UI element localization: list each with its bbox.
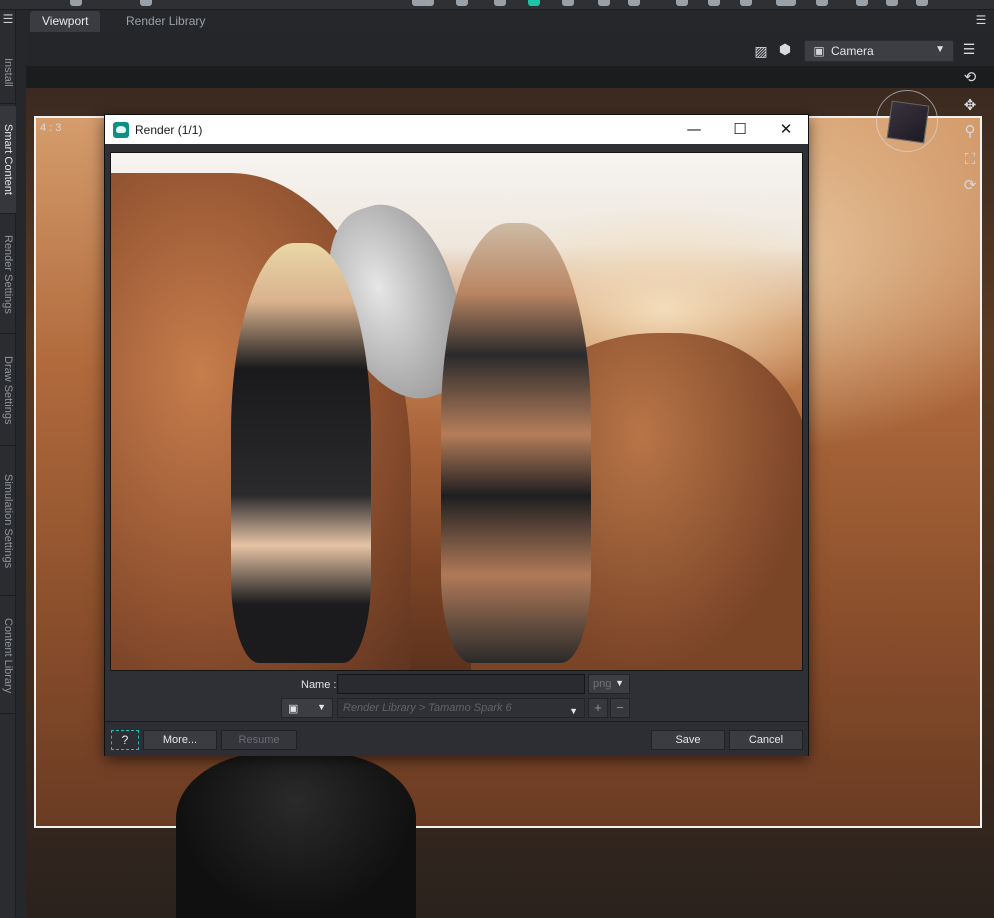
- draw-style-icon[interactable]: ▨: [752, 42, 770, 60]
- side-tab-install[interactable]: Install: [0, 42, 16, 104]
- cancel-button[interactable]: Cancel: [729, 730, 803, 750]
- render-window-footer: ? More... Resume Save Cancel: [105, 721, 808, 756]
- toolbar-icon-d[interactable]: [456, 0, 468, 6]
- path-row: ▣ ▼ Render Library > Tamamo Spark 6 ▼ + …: [105, 698, 808, 722]
- navigation-cube[interactable]: [876, 90, 938, 152]
- add-path-button[interactable]: +: [588, 698, 608, 718]
- side-tab-render-settings[interactable]: Render Settings: [0, 216, 16, 334]
- save-button[interactable]: Save: [651, 730, 725, 750]
- help-button[interactable]: ?: [111, 730, 139, 750]
- pan-icon[interactable]: ✥: [960, 96, 980, 116]
- zoom-icon[interactable]: ⚲: [960, 122, 980, 142]
- chevron-down-icon: ▼: [935, 44, 945, 55]
- toolbar-icon-c[interactable]: [412, 0, 434, 6]
- side-tab-draw-settings[interactable]: Draw Settings: [0, 336, 16, 446]
- extension-value: png: [593, 678, 612, 690]
- tabs-menu-icon[interactable]: ☰: [974, 13, 988, 27]
- panel-menu-icon[interactable]: ☰: [1, 12, 15, 26]
- name-field[interactable]: [337, 674, 585, 694]
- name-label: Name :: [301, 679, 337, 691]
- toolbar-icon-a[interactable]: [70, 0, 82, 6]
- path-value: Render Library > Tamamo Spark 6: [343, 702, 512, 714]
- render-window: Render (1/1) — ☐ ✕ Name : png ▼ ▣ ▼ Rend…: [104, 114, 809, 756]
- side-tab-label: Smart Content: [2, 124, 14, 195]
- tab-render-library[interactable]: Render Library: [114, 11, 217, 32]
- toolbar-icon-e[interactable]: [494, 0, 506, 6]
- side-tab-content-library[interactable]: Content Library: [0, 598, 16, 714]
- side-tab-label: Draw Settings: [2, 356, 14, 425]
- orbit-icon[interactable]: ⟲: [960, 68, 980, 88]
- frame-aspect-label: 4 : 3: [40, 122, 62, 134]
- reset-view-icon[interactable]: ⟳: [960, 176, 980, 196]
- render-figure-right: [441, 223, 591, 663]
- app-logo-icon: [113, 121, 129, 138]
- toolbar-icon-o[interactable]: [856, 0, 868, 6]
- more-button[interactable]: More...: [143, 730, 217, 750]
- toolbar-icon-n[interactable]: [816, 0, 828, 6]
- side-tab-label: Content Library: [2, 617, 14, 694]
- camera-select-label: Camera: [831, 44, 874, 58]
- aux-viewport-icon[interactable]: ⬢: [776, 40, 794, 58]
- side-tab-label: Install: [2, 58, 14, 87]
- close-button[interactable]: ✕: [763, 115, 809, 144]
- path-select[interactable]: Render Library > Tamamo Spark 6 ▼: [337, 698, 585, 718]
- camera-select[interactable]: ▣ Camera ▼: [804, 40, 954, 62]
- image-icon: ▣: [288, 702, 299, 715]
- toolbar-icon-p[interactable]: [886, 0, 898, 6]
- toolbar-icon-f[interactable]: [528, 0, 540, 6]
- chevron-down-icon: ▼: [317, 702, 326, 712]
- viewport-toolbar: ▨ ⬢ ▣ Camera ▼ ☰: [26, 32, 994, 66]
- destination-type-button[interactable]: ▣ ▼: [281, 698, 333, 718]
- name-row: Name : png ▼: [105, 674, 808, 698]
- side-tab-smart-content[interactable]: Smart Content: [0, 106, 16, 214]
- render-figure-left: [231, 243, 371, 663]
- toolbar-icon-k[interactable]: [708, 0, 720, 6]
- extension-select[interactable]: png ▼: [588, 674, 630, 694]
- toolbar-icon-l[interactable]: [740, 0, 752, 6]
- rendered-image: [110, 152, 803, 671]
- frame-icon[interactable]: ⛶: [960, 150, 980, 170]
- toolbar-icon-m[interactable]: [776, 0, 796, 6]
- chevron-down-icon: ▼: [615, 678, 624, 688]
- remove-path-button[interactable]: −: [610, 698, 630, 718]
- document-tabs: Viewport Render Library ☰: [16, 10, 994, 32]
- chevron-down-icon: ▼: [569, 706, 578, 716]
- main-toolbar: [0, 0, 994, 10]
- cube-icon: [886, 100, 930, 144]
- side-tab-simulation-settings[interactable]: Simulation Settings: [0, 448, 16, 596]
- scene-figure-lower: [176, 752, 416, 918]
- side-tab-label: Simulation Settings: [2, 474, 14, 569]
- toolbar-icon-i[interactable]: [628, 0, 640, 6]
- left-panel-tabs: ☰ Install Smart Content Render Settings …: [0, 10, 16, 918]
- toolbar-icon-h[interactable]: [598, 0, 610, 6]
- resume-button[interactable]: Resume: [221, 730, 297, 750]
- viewport-menu-icon[interactable]: ☰: [960, 40, 978, 58]
- tab-viewport[interactable]: Viewport: [30, 11, 101, 32]
- toolbar-icon-q[interactable]: [916, 0, 928, 6]
- side-tab-label: Render Settings: [2, 235, 14, 314]
- camera-icon: ▣: [813, 44, 825, 58]
- render-window-title: Render (1/1): [135, 122, 203, 137]
- toolbar-icon-g[interactable]: [562, 0, 574, 6]
- toolbar-icon-b[interactable]: [140, 0, 152, 6]
- maximize-button[interactable]: ☐: [717, 115, 763, 144]
- minimize-button[interactable]: —: [671, 115, 717, 144]
- toolbar-icon-j[interactable]: [676, 0, 688, 6]
- render-window-titlebar[interactable]: Render (1/1) — ☐ ✕: [105, 115, 808, 144]
